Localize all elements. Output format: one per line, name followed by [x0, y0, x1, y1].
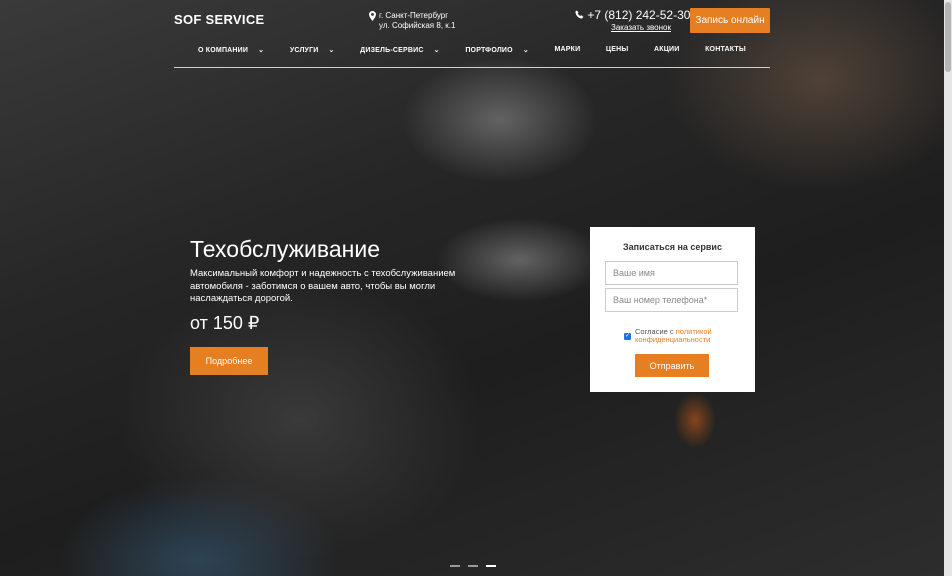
scrollbar-thumb[interactable]: [945, 2, 951, 72]
online-booking-button[interactable]: Запись онлайн: [690, 8, 770, 33]
scrollbar[interactable]: [944, 0, 952, 576]
main-nav: О КОМПАНИИ ⌄ УСЛУГИ ⌄ ДИЗЕЛЬ-СЕРВИС ⌄ ПОРТФОЛИ…: [174, 46, 770, 68]
address-block: г. Санкт-Петербург ул. Софийская 8, к.1: [369, 11, 455, 31]
hero-title: Техобслуживание: [190, 236, 380, 262]
map-pin-icon: [369, 11, 376, 24]
form-title: Записаться на сервис: [623, 242, 722, 252]
slider-dot[interactable]: [468, 565, 478, 567]
slider-dots: [450, 565, 496, 567]
nav-item[interactable]: ПОРТФОЛИО ⌄: [465, 46, 529, 55]
nav-item[interactable]: МАРКИ: [554, 46, 580, 53]
address-street: ул. Софийская 8, к.1: [379, 21, 456, 30]
nav-item-label[interactable]: ПОРТФОЛИО: [465, 47, 513, 54]
phone-input[interactable]: Ваш номер телефона*: [605, 288, 738, 312]
nav-item[interactable]: АКЦИИ: [654, 46, 680, 53]
more-button[interactable]: Подробнее: [190, 347, 268, 375]
slider-dot[interactable]: [450, 565, 460, 567]
hero-price: от 150 ₽: [190, 313, 260, 333]
hero-background: [0, 0, 944, 576]
nav-item-label[interactable]: ЦЕНЫ: [606, 46, 629, 53]
address-city: г. Санкт-Петербург: [379, 11, 449, 20]
nav-item-label[interactable]: АКЦИИ: [654, 46, 680, 53]
site-logo[interactable]: SOF SERVICE: [174, 12, 264, 27]
phone-number[interactable]: +7 (812) 242-52-30: [587, 8, 690, 22]
phone-icon: [575, 8, 587, 22]
nav-item[interactable]: О КОМПАНИИ ⌄: [198, 46, 264, 55]
hero-description: Максимальный комфорт и надежность с техо…: [190, 268, 456, 304]
name-input[interactable]: Ваше имя: [605, 261, 738, 285]
callback-link[interactable]: Заказать звонок: [611, 23, 671, 32]
nav-item[interactable]: ЦЕНЫ: [606, 46, 629, 53]
nav-item-label[interactable]: УСЛУГИ: [290, 47, 319, 54]
nav-item[interactable]: ДИЗЕЛЬ-СЕРВИС ⌄: [360, 46, 440, 55]
chevron-down-icon[interactable]: ⌄: [434, 46, 440, 54]
nav-item-label[interactable]: КОНТАКТЫ: [705, 46, 746, 53]
booking-form: Записаться на сервис Ваше имя Ваш номер …: [590, 227, 755, 392]
chevron-down-icon[interactable]: ⌄: [258, 46, 264, 54]
nav-item-label[interactable]: О КОМПАНИИ: [198, 47, 248, 54]
submit-button[interactable]: Отправить: [635, 354, 709, 377]
nav-item[interactable]: КОНТАКТЫ: [705, 46, 746, 53]
consent-text: Согласие с политикой конфиденциальности: [635, 327, 712, 344]
phone-block[interactable]: +7 (812) 242-52-30 ▾ Заказать звонок: [575, 8, 697, 32]
chevron-down-icon[interactable]: ⌄: [329, 46, 335, 54]
nav-item-label[interactable]: ДИЗЕЛЬ-СЕРВИС: [360, 47, 423, 54]
nav-item[interactable]: УСЛУГИ ⌄: [290, 46, 335, 55]
chevron-down-icon[interactable]: ⌄: [523, 46, 529, 54]
slider-dot[interactable]: [486, 565, 496, 567]
nav-item-label[interactable]: МАРКИ: [554, 46, 580, 53]
